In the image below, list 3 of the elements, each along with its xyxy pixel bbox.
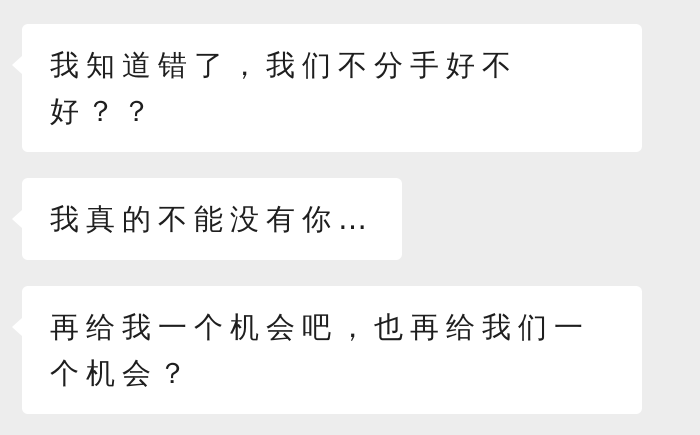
message-text: 再给我一个机会吧，也再给我们一个机会？ bbox=[50, 309, 591, 392]
message-text: 我真的不能没有你… bbox=[50, 201, 374, 238]
message-text: 我知道错了，我们不分手好不好？？ bbox=[50, 47, 519, 130]
